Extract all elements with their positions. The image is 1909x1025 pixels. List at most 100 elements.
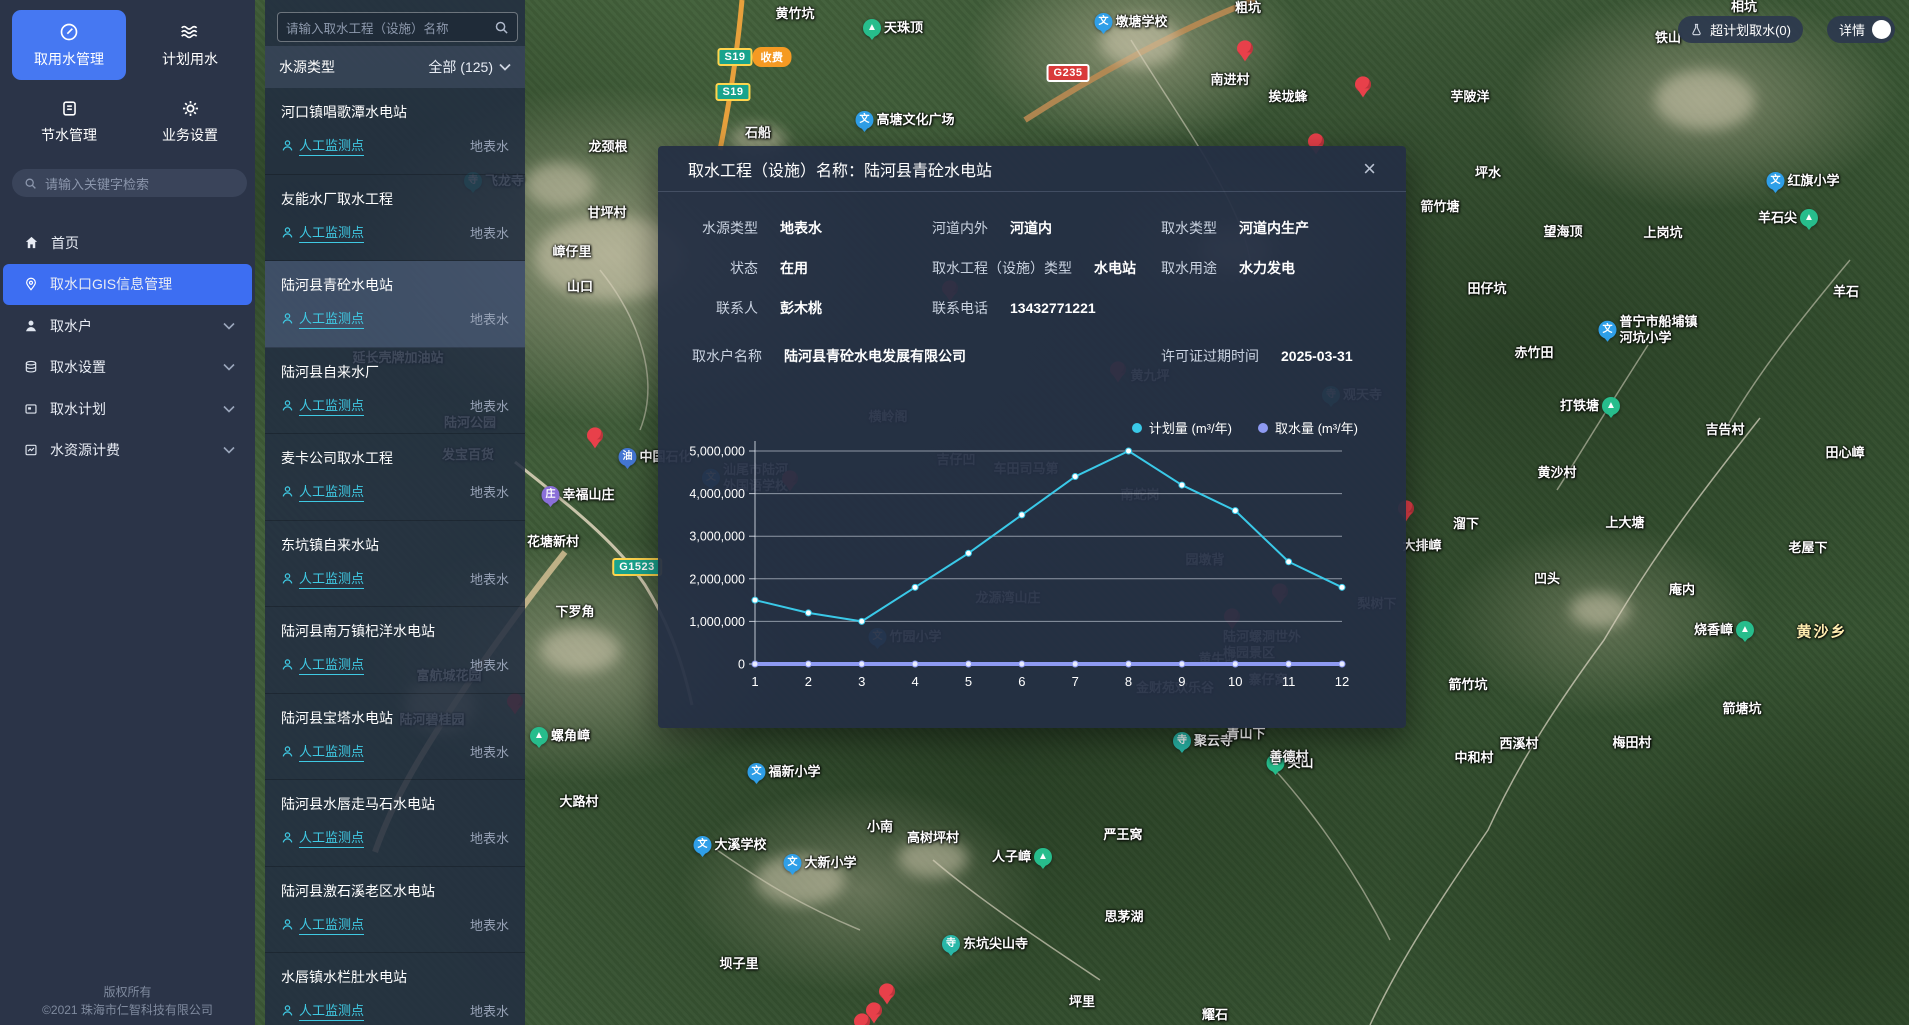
list-item[interactable]: 陆河县宝塔水电站人工监测点地表水	[265, 694, 525, 781]
chevron-down-icon	[223, 322, 235, 330]
monitor-label: 人工监测点	[299, 827, 364, 848]
svg-text:3: 3	[858, 674, 865, 689]
list-item[interactable]: 陆河县水唇走马石水电站人工监测点地表水	[265, 780, 525, 867]
person-icon	[281, 226, 294, 239]
manual-monitor-link[interactable]: 人工监测点	[281, 481, 364, 502]
source-type-label: 水源类型	[279, 57, 335, 77]
module-planned-water-use[interactable]: 计划用水	[133, 10, 247, 80]
list-item[interactable]: 陆河县南万镇杞洋水电站人工监测点地表水	[265, 607, 525, 694]
sidebar: 取用水管理 计划用水 节水管理 业务设置 请输入关键字检索 首页	[0, 0, 255, 1025]
manual-monitor-link[interactable]: 人工监测点	[281, 1000, 364, 1021]
station-detail-modal: 取水工程（设施）名称：陆河县青砼水电站 × 水源类型地表水 河道内外河道内 取水…	[658, 146, 1406, 728]
svg-text:8: 8	[1125, 674, 1132, 689]
home-icon	[24, 235, 39, 250]
manual-monitor-link[interactable]: 人工监测点	[281, 654, 364, 675]
menu-label: 取水户	[50, 316, 92, 336]
list-item[interactable]: 友能水厂取水工程人工监测点地表水	[265, 175, 525, 262]
module-water-saving-management[interactable]: 节水管理	[12, 87, 126, 157]
manual-monitor-link[interactable]: 人工监测点	[281, 222, 364, 243]
map-terrain-patch	[898, 838, 968, 878]
app-window: 黄竹坑▲天珠顶文墩塘学校粗坑相坑铁山南进村挨垅蜂芋陂洋文高塘文化广场石船龙颈根甘…	[0, 0, 1909, 1025]
list-item[interactable]: 河口镇唱歌潭水电站人工监测点地表水	[265, 88, 525, 175]
menu-item-home[interactable]: 首页	[0, 222, 255, 264]
over-plan-label: 超计划取水(0)	[1710, 20, 1791, 39]
svg-text:5: 5	[965, 674, 972, 689]
module-label: 业务设置	[162, 125, 218, 145]
monitor-label: 人工监测点	[299, 654, 364, 675]
svg-text:9: 9	[1178, 674, 1185, 689]
module-water-intake-management[interactable]: 取用水管理	[12, 10, 126, 80]
menu-label: 取水计划	[50, 399, 106, 419]
copyright-line2: ©2021 珠海市仁智科技有限公司	[0, 1001, 255, 1019]
station-subrow: 人工监测点地表水	[281, 827, 509, 848]
over-plan-intake-button[interactable]: 超计划取水(0)	[1678, 16, 1803, 43]
module-label: 计划用水	[162, 49, 218, 69]
menu-item-water-billing[interactable]: 水资源计费	[0, 430, 255, 472]
station-name: 友能水厂取水工程	[281, 189, 509, 209]
menu-item-gis-management[interactable]: 取水口GIS信息管理	[3, 264, 252, 306]
station-name: 水唇镇水栏肚水电站	[281, 967, 509, 987]
water-source-label: 地表水	[470, 915, 509, 934]
manual-monitor-link[interactable]: 人工监测点	[281, 135, 364, 156]
flask-icon	[1690, 22, 1703, 37]
person-icon	[281, 831, 294, 844]
menu-label: 取水口GIS信息管理	[50, 274, 172, 294]
manual-monitor-link[interactable]: 人工监测点	[281, 395, 364, 416]
manual-monitor-link[interactable]: 人工监测点	[281, 914, 364, 935]
menu-item-intake-plan[interactable]: 取水计划	[0, 388, 255, 430]
person-icon	[281, 485, 294, 498]
monitor-label: 人工监测点	[299, 741, 364, 762]
list-item[interactable]: 陆河县自来水厂人工监测点地表水	[265, 348, 525, 435]
filter-dropdown[interactable]: 全部 (125)	[428, 57, 511, 77]
toggle-knob[interactable]	[1872, 20, 1891, 39]
module-business-settings[interactable]: 业务设置	[133, 87, 247, 157]
keyword-search-placeholder: 请输入关键字检索	[45, 174, 149, 193]
person-icon	[281, 745, 294, 758]
menu-label: 水资源计费	[50, 440, 120, 460]
manual-monitor-link[interactable]: 人工监测点	[281, 568, 364, 589]
manual-monitor-link[interactable]: 人工监测点	[281, 827, 364, 848]
keyword-search-input[interactable]: 请输入关键字检索	[12, 169, 247, 197]
map-terrain-patch	[525, 163, 595, 208]
list-item[interactable]: 陆河县激石溪老区水电站人工监测点地表水	[265, 867, 525, 954]
station-panel: 请输入取水工程（设施）名称 水源类型 全部 (125) 河口镇唱歌潭水电站人工监…	[265, 0, 525, 1025]
list-item[interactable]: 陆河县青砼水电站人工监测点地表水	[265, 261, 525, 348]
station-subrow: 人工监测点地表水	[281, 741, 509, 762]
svg-text:11: 11	[1282, 674, 1296, 689]
water-source-label: 地表水	[470, 396, 509, 415]
station-list: 河口镇唱歌潭水电站人工监测点地表水友能水厂取水工程人工监测点地表水陆河县青砼水电…	[265, 88, 525, 1025]
manual-monitor-link[interactable]: 人工监测点	[281, 308, 364, 329]
plan-vs-intake-chart: 01,000,0002,000,0003,000,0004,000,0005,0…	[658, 146, 1406, 728]
station-name: 东坑镇自来水站	[281, 535, 509, 555]
svg-text:12: 12	[1335, 674, 1349, 689]
module-switcher: 取用水管理 计划用水 节水管理 业务设置	[12, 10, 247, 157]
menu-label: 首页	[51, 233, 79, 253]
monitor-label: 人工监测点	[299, 914, 364, 935]
menu-item-intake-settings[interactable]: 取水设置	[0, 347, 255, 389]
manual-monitor-link[interactable]: 人工监测点	[281, 741, 364, 762]
plan-icon	[24, 402, 38, 416]
svg-text:4: 4	[911, 674, 918, 689]
detail-toggle[interactable]: 详情	[1827, 16, 1895, 43]
station-subrow: 人工监测点 地表水	[281, 654, 509, 675]
user-icon	[24, 319, 38, 333]
water-source-label: 地表水	[470, 309, 509, 328]
list-item[interactable]: 东坑镇自来水站人工监测点地表水	[265, 521, 525, 608]
svg-text:1: 1	[751, 674, 758, 689]
svg-text:0: 0	[738, 658, 745, 672]
module-label: 取用水管理	[34, 49, 104, 69]
water-source-label: 地表水	[470, 655, 509, 674]
station-name: 河口镇唱歌潭水电站	[281, 102, 509, 122]
list-item[interactable]: 麦卡公司取水工程人工监测点地表水	[265, 434, 525, 521]
person-icon	[281, 1004, 294, 1017]
station-subrow: 人工监测点 地表水	[281, 914, 509, 935]
search-icon[interactable]	[494, 20, 509, 35]
gear-icon	[181, 99, 200, 118]
chevron-down-icon	[499, 63, 511, 71]
station-search-input[interactable]: 请输入取水工程（设施）名称	[277, 12, 518, 42]
station-subrow: 人工监测点 地表水	[281, 395, 509, 416]
list-item[interactable]: 水唇镇水栏肚水电站人工监测点地表水	[265, 953, 525, 1025]
module-label: 节水管理	[41, 125, 97, 145]
menu-item-water-users[interactable]: 取水户	[0, 305, 255, 347]
station-subrow: 人工监测点地表水	[281, 1000, 509, 1021]
